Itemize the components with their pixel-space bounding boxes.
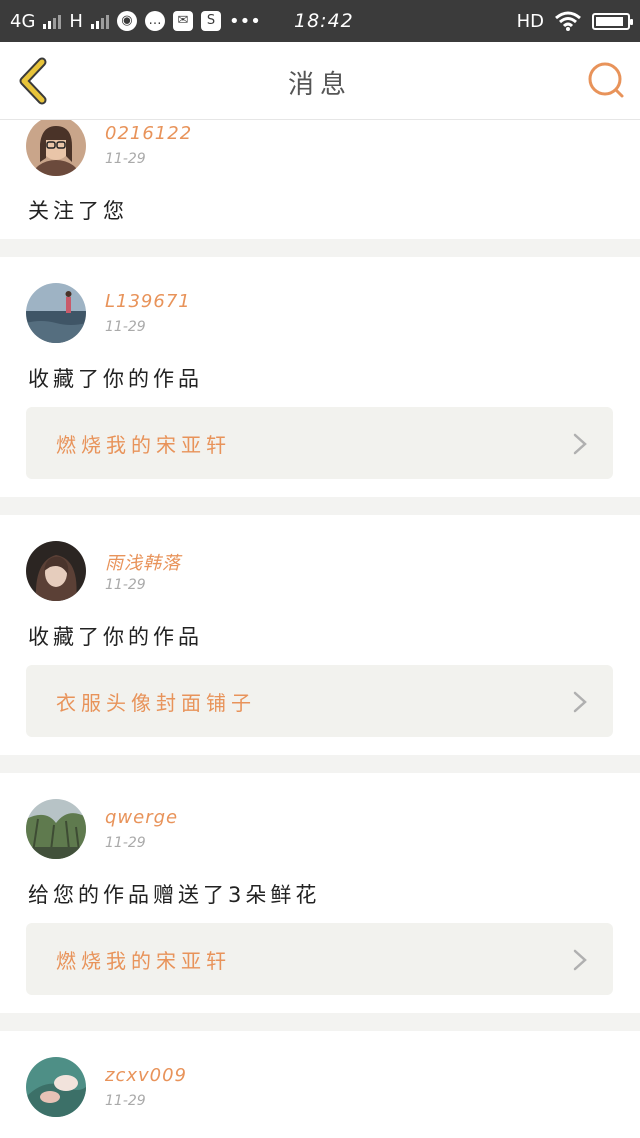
- avatar[interactable]: [26, 1057, 86, 1117]
- message-card[interactable]: zcxv009 11-29: [0, 1031, 640, 1138]
- username[interactable]: 0216122: [105, 123, 192, 144]
- work-title: 燃烧我的宋亚轩: [56, 433, 231, 457]
- work-link[interactable]: 燃烧我的宋亚轩: [26, 923, 613, 995]
- avatar[interactable]: [26, 283, 86, 343]
- mail-icon: ✉: [172, 11, 193, 31]
- wifi-icon: [555, 11, 581, 31]
- work-title: 燃烧我的宋亚轩: [56, 949, 231, 973]
- app-s-icon: S: [200, 11, 221, 31]
- status-bar: 4G H ◉ … ✉ S ••• 18:42 HD: [0, 0, 640, 42]
- message-card[interactable]: 0216122 11-29 关注了您: [0, 120, 640, 239]
- message-card[interactable]: L139671 11-29 收藏了你的作品 燃烧我的宋亚轩: [0, 257, 640, 497]
- username[interactable]: qwerge: [105, 807, 178, 828]
- work-title: 衣服头像封面铺子: [56, 691, 256, 715]
- username[interactable]: 雨浅韩落: [105, 549, 181, 575]
- chevron-right-icon: [573, 949, 587, 971]
- avatar[interactable]: [26, 541, 86, 601]
- work-link[interactable]: 燃烧我的宋亚轩: [26, 407, 613, 479]
- message-card[interactable]: 雨浅韩落 11-29 收藏了你的作品 衣服头像封面铺子: [0, 515, 640, 755]
- message-text: 收藏了你的作品: [28, 625, 203, 649]
- page-title: 消息: [287, 70, 352, 100]
- nav-bar: 消息: [0, 42, 640, 120]
- message-card[interactable]: qwerge 11-29 给您的作品赠送了3朵鲜花 燃烧我的宋亚轩: [0, 773, 640, 1013]
- username[interactable]: zcxv009: [105, 1065, 187, 1086]
- work-link[interactable]: 衣服头像封面铺子: [26, 665, 613, 737]
- avatar[interactable]: [26, 120, 86, 176]
- avatar[interactable]: [26, 799, 86, 859]
- message-list: 0216122 11-29 关注了您 L139671 11-29 收藏了你的作品…: [0, 120, 640, 1138]
- timestamp: 11-29: [105, 151, 146, 167]
- timestamp: 11-29: [105, 577, 146, 593]
- username[interactable]: L139671: [105, 291, 191, 312]
- search-icon[interactable]: [586, 60, 626, 100]
- timestamp: 11-29: [105, 319, 146, 335]
- network-h-label: H: [69, 10, 83, 32]
- signal-icon-2: [90, 13, 109, 29]
- clock: 18:42: [294, 10, 354, 32]
- more-notifications-icon: •••: [228, 10, 261, 32]
- message-text: 给您的作品赠送了3朵鲜花: [28, 883, 321, 907]
- timestamp: 11-29: [105, 835, 146, 851]
- chevron-right-icon: [573, 433, 587, 455]
- message-text: 关注了您: [28, 199, 128, 223]
- timestamp: 11-29: [105, 1093, 146, 1109]
- hd-label: HD: [516, 10, 544, 32]
- battery-icon: [592, 12, 633, 30]
- chat-bubble-icon: …: [144, 11, 165, 31]
- message-text: 收藏了你的作品: [28, 367, 203, 391]
- network-4g-label: 4G: [10, 10, 36, 32]
- chevron-right-icon: [573, 691, 587, 713]
- browser-icon: ◉: [116, 11, 137, 31]
- signal-icon: [43, 13, 62, 29]
